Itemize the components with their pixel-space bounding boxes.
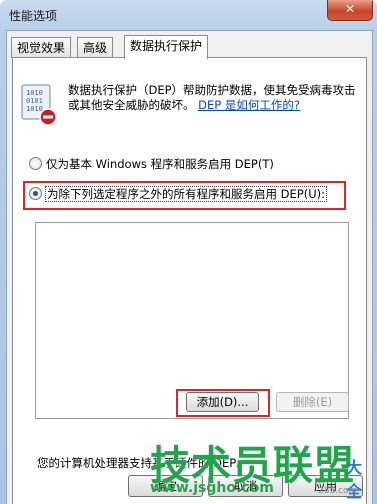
dep-shield-icon: 1010 0101 1010	[21, 84, 57, 126]
svg-text:1010: 1010	[26, 89, 43, 97]
close-icon: ✕	[344, 2, 356, 16]
radio-option-all-except[interactable]: 为除下列选定程序之外的所有程序和服务启用 DEP(U):	[29, 185, 327, 203]
dep-description: 数据执行保护（DEP）帮助防护数据，使其免受病毒攻击或其他安全威胁的破坏。 DE…	[68, 83, 358, 113]
radio-button[interactable]	[29, 157, 42, 170]
radio-button-selected[interactable]	[29, 187, 42, 200]
title-bar[interactable]: 性能选项 ✕	[0, 0, 377, 30]
add-button[interactable]: 添加(D)...	[186, 392, 259, 412]
dep-help-link[interactable]: DEP 是如何工作的?	[198, 98, 300, 112]
watermark-url: www.jsgho.com	[150, 480, 274, 496]
radio-option-essential[interactable]: 仅为基本 Windows 程序和服务启用 DEP(T)	[29, 155, 274, 173]
remove-button[interactable]: 删除(E)	[276, 392, 349, 412]
radio-label-all-except: 为除下列选定程序之外的所有程序和服务启用 DEP(U):	[45, 186, 327, 202]
svg-text:0101: 0101	[26, 97, 43, 105]
close-button[interactable]: ✕	[327, 0, 373, 21]
window-title: 性能选项	[9, 9, 58, 23]
tab-visual-effects[interactable]: 视觉效果	[11, 37, 72, 58]
radio-label-essential: 仅为基本 Windows 程序和服务启用 DEP(T)	[46, 157, 274, 171]
watermark-number: 285.com	[318, 486, 358, 496]
svg-text:1010: 1010	[26, 105, 43, 113]
tab-advanced[interactable]: 高级	[77, 37, 114, 58]
tab-dep[interactable]: 数据执行保护	[124, 35, 209, 59]
performance-options-window: 性能选项 ✕ 视觉效果 高级 数据执行保护 1010 0101 1010 数据执…	[0, 0, 377, 504]
